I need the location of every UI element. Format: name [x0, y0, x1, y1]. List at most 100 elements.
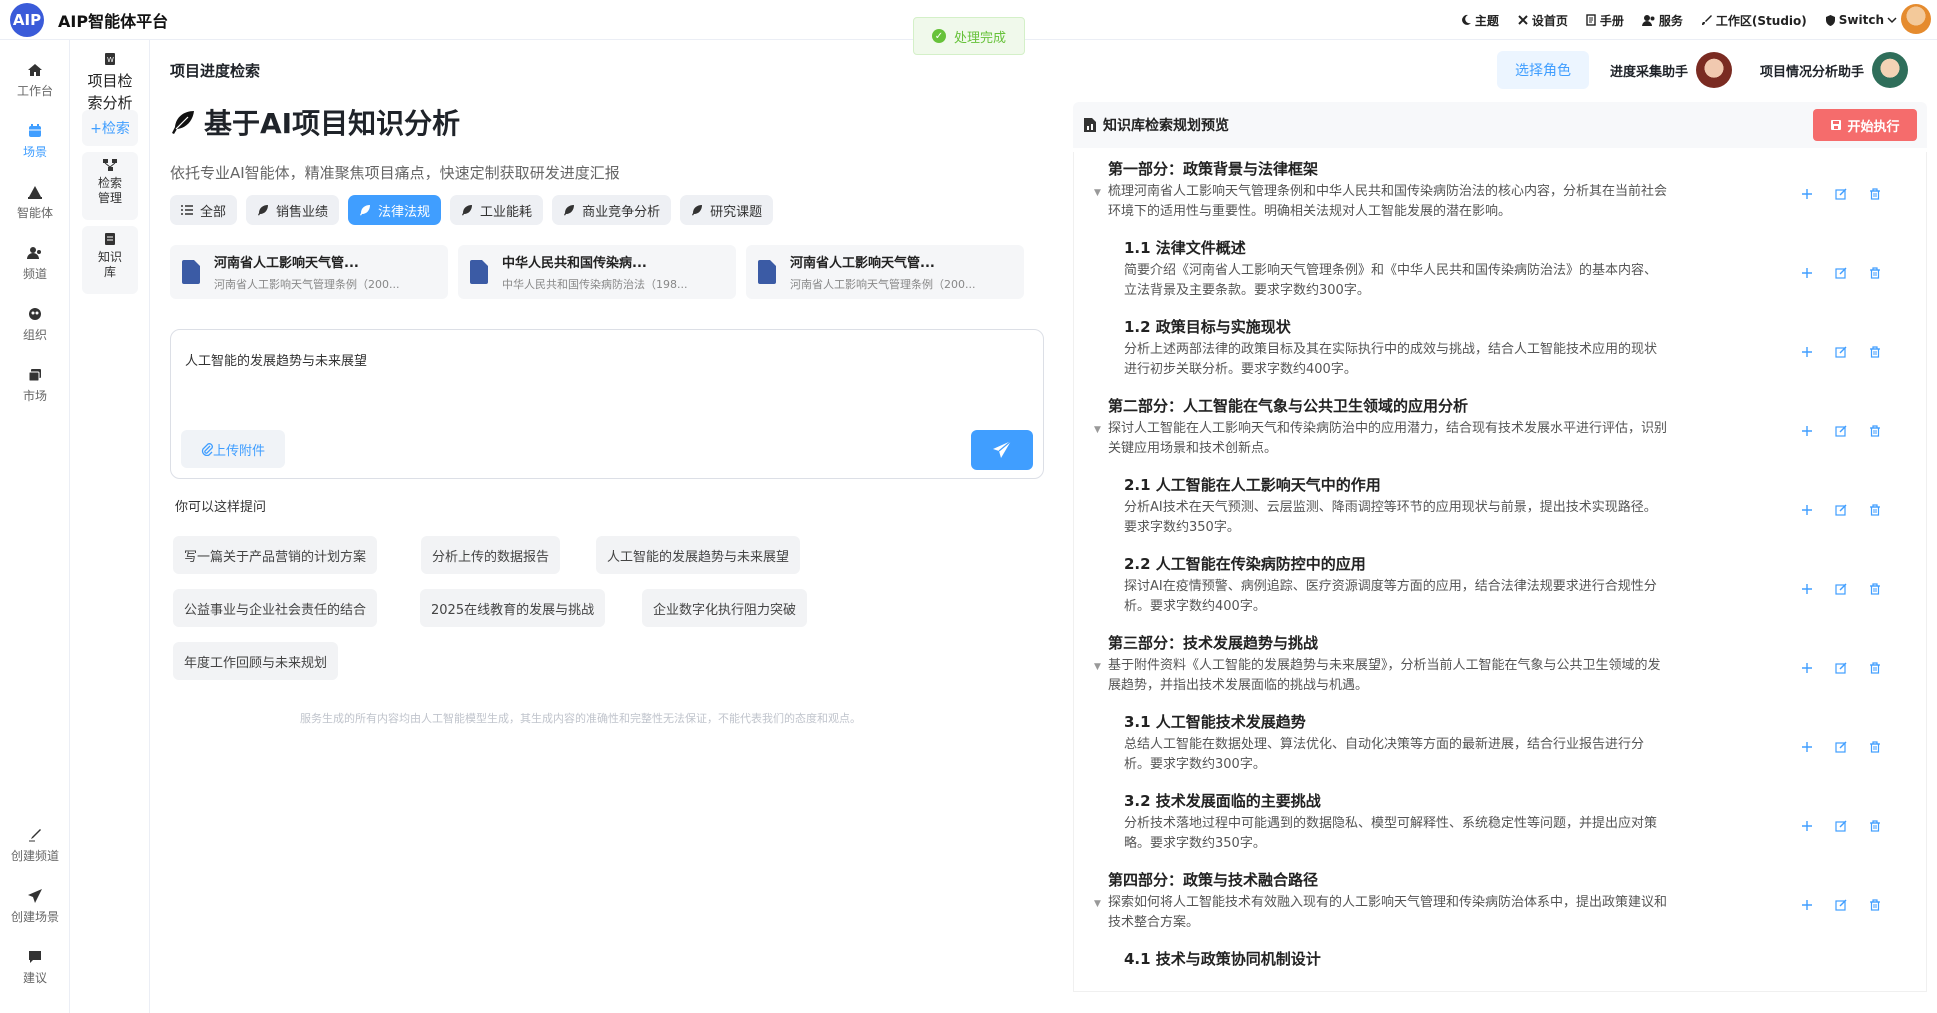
- suggestion-chip[interactable]: 人工智能的发展趋势与未来展望: [596, 536, 801, 574]
- chip-law[interactable]: 法律法规: [348, 195, 442, 225]
- suggestion-chip[interactable]: 分析上传的数据报告: [421, 536, 561, 574]
- outline-actions: [1799, 502, 1883, 518]
- word-doc-icon: W: [104, 52, 116, 66]
- edit-icon[interactable]: [1833, 660, 1849, 676]
- delete-icon[interactable]: [1867, 739, 1883, 755]
- delete-icon[interactable]: [1867, 660, 1883, 676]
- delete-icon[interactable]: [1867, 265, 1883, 281]
- chip-energy[interactable]: 工业能耗: [450, 195, 544, 225]
- edit-icon[interactable]: [1833, 186, 1849, 202]
- add-node-icon[interactable]: [1799, 581, 1815, 597]
- edit-icon[interactable]: [1833, 502, 1849, 518]
- outline-description: 探讨人工智能在人工影响天气和传染病防治中的应用潜力，结合现有技术发展水平进行评估…: [1108, 421, 1668, 456]
- rail-item-feedback[interactable]: 建议: [0, 949, 70, 986]
- submenu-knowledge[interactable]: 知识库: [82, 226, 138, 294]
- suggestion-chip[interactable]: 写一篇关于产品营销的计划方案: [173, 536, 378, 574]
- add-node-icon[interactable]: [1799, 660, 1815, 676]
- suggestion-chip[interactable]: 企业数字化执行阻力突破: [642, 589, 808, 627]
- book-icon: [1586, 14, 1597, 26]
- suggestion-chip[interactable]: 2025在线教育的发展与挑战: [420, 589, 606, 627]
- upload-attachment-button[interactable]: 上传附件: [181, 430, 285, 468]
- suggestion-chip[interactable]: 公益事业与企业社会责任的结合: [173, 589, 378, 627]
- outline-description: 分析技术落地过程中可能遇到的数据隐私、模型可解释性、系统稳定性等问题，并提出应对…: [1124, 816, 1658, 851]
- panel-title: 知识库检索规划预览: [1103, 118, 1229, 134]
- add-node-icon[interactable]: [1799, 423, 1815, 439]
- chip-label: 商业竞争分析: [582, 204, 661, 220]
- submenu-search-button[interactable]: +检索: [82, 110, 138, 146]
- submenu-manage-label: 检索管理: [97, 176, 122, 205]
- agent-progress-collector[interactable]: 进度采集助手: [1610, 52, 1733, 88]
- edit-icon[interactable]: [1833, 423, 1849, 439]
- add-node-icon[interactable]: [1799, 502, 1815, 518]
- rail-label: 组织: [22, 328, 47, 342]
- prompt-input[interactable]: 人工智能的发展趋势与未来展望 上传附件: [170, 329, 1044, 479]
- outline-actions: [1799, 581, 1883, 597]
- send-button[interactable]: [971, 430, 1033, 470]
- rail-item-agent[interactable]: 智能体: [0, 184, 70, 221]
- chip-competition[interactable]: 商业竞争分析: [552, 195, 672, 225]
- delete-icon[interactable]: [1867, 186, 1883, 202]
- edit-icon[interactable]: [1833, 265, 1849, 281]
- caret-down-icon[interactable]: ▼: [1094, 425, 1101, 435]
- app-logo[interactable]: AIP: [10, 2, 44, 37]
- rail-item-org[interactable]: 组织: [0, 306, 70, 343]
- caret-down-icon[interactable]: ▼: [1094, 662, 1101, 672]
- add-node-icon[interactable]: [1799, 344, 1815, 360]
- submenu-manage[interactable]: 检索管理: [82, 152, 138, 220]
- rail-label: 频道: [22, 267, 47, 281]
- add-node-icon[interactable]: [1799, 265, 1815, 281]
- chip-research[interactable]: 研究课题: [680, 195, 774, 225]
- rail-item-scene[interactable]: 场景: [0, 123, 70, 160]
- edit-icon[interactable]: [1833, 818, 1849, 834]
- delete-icon[interactable]: [1867, 344, 1883, 360]
- edit-icon[interactable]: [1833, 897, 1849, 913]
- chip-all[interactable]: 全部: [170, 195, 238, 225]
- outline-description: 探讨AI在疫情预警、病例追踪、医疗资源调度等方面的应用，结合法律法规要求进行合规…: [1124, 579, 1657, 614]
- topnav-manual[interactable]: 手册: [1586, 12, 1624, 29]
- hero-title: 基于AI项目知识分析: [170, 102, 460, 142]
- hero-subtitle: 依托专业AI智能体，精准聚焦项目痛点，快速定制获取研发进度汇报: [170, 164, 620, 182]
- rail-item-workbench[interactable]: 工作台: [0, 62, 70, 99]
- caret-down-icon[interactable]: ▼: [1094, 899, 1101, 909]
- edit-icon[interactable]: [1833, 739, 1849, 755]
- upload-label: 上传附件: [212, 443, 265, 459]
- topnav-studio[interactable]: 工作区(Studio): [1701, 12, 1807, 29]
- rail-label: 创建频道: [10, 849, 59, 863]
- edit-icon[interactable]: [1833, 581, 1849, 597]
- add-node-icon[interactable]: [1799, 739, 1815, 755]
- delete-icon[interactable]: [1867, 818, 1883, 834]
- rail-item-create-channel[interactable]: 创建频道: [0, 827, 70, 864]
- delete-icon[interactable]: [1867, 423, 1883, 439]
- file-card[interactable]: 河南省人工影响天气管... 河南省人工影响天气管理条例（200...: [170, 245, 448, 299]
- edit-icon[interactable]: [1833, 344, 1849, 360]
- topnav-switch[interactable]: Switch: [1825, 13, 1897, 27]
- delete-icon[interactable]: [1867, 897, 1883, 913]
- success-toast: ✓ 处理完成: [913, 17, 1025, 55]
- add-node-icon[interactable]: [1799, 818, 1815, 834]
- add-node-icon[interactable]: [1799, 897, 1815, 913]
- outline-actions: [1799, 739, 1883, 755]
- topnav-theme[interactable]: 主题: [1460, 12, 1499, 29]
- chip-label: 销售业绩: [276, 204, 329, 220]
- start-execute-button[interactable]: 开始执行: [1813, 109, 1917, 141]
- agent-project-analyst[interactable]: 项目情况分析助手: [1760, 52, 1909, 88]
- rail-item-market[interactable]: 市场: [0, 367, 70, 404]
- topnav-home[interactable]: 设首页: [1517, 12, 1568, 29]
- user-avatar[interactable]: [1901, 4, 1931, 34]
- submenu-project[interactable]: W 项目检索分析: [78, 52, 142, 114]
- add-node-icon[interactable]: [1799, 186, 1815, 202]
- delete-icon[interactable]: [1867, 581, 1883, 597]
- file-card[interactable]: 河南省人工影响天气管... 河南省人工影响天气管理条例（200...: [746, 245, 1024, 299]
- rail-item-channel[interactable]: 频道: [0, 245, 70, 282]
- chip-sales[interactable]: 销售业绩: [246, 195, 340, 225]
- select-role-button[interactable]: 选择角色: [1497, 51, 1589, 89]
- topnav-label: Switch: [1838, 13, 1884, 27]
- caret-down-icon[interactable]: ▼: [1094, 188, 1101, 198]
- outline-title: 第二部分：人工智能在气象与公共卫生领域的应用分析: [1108, 397, 1469, 415]
- rail-item-create-scene[interactable]: 创建场景: [0, 888, 70, 925]
- file-card[interactable]: 中华人民共和国传染病... 中华人民共和国传染病防治法（198...: [458, 245, 736, 299]
- topnav-service[interactable]: 服务: [1641, 12, 1683, 29]
- suggestion-chip[interactable]: 年度工作回顾与未来规划: [173, 642, 339, 680]
- delete-icon[interactable]: [1867, 502, 1883, 518]
- paper-plane-icon: [992, 440, 1012, 460]
